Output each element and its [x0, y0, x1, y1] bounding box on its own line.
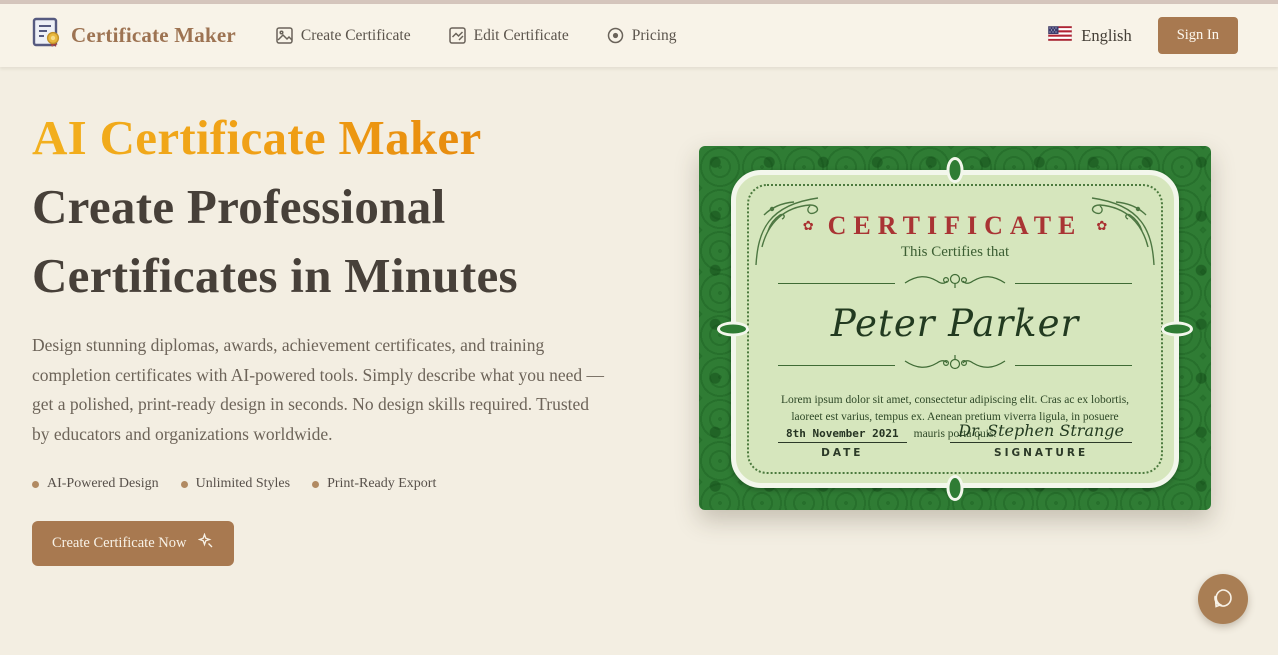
image-icon — [276, 27, 293, 44]
feature-item: Unlimited Styles — [181, 476, 291, 492]
signature-block: Dr. Stephen Strange SIGNATURE — [950, 421, 1132, 459]
flower-ornament-icon: ✿ — [803, 218, 814, 234]
title-line-3: Certificates in Minutes — [32, 241, 622, 310]
hero-section: AI Certificate Maker Create Professional… — [0, 67, 1278, 655]
signature-label: SIGNATURE — [950, 447, 1132, 459]
title-line-2: Create Professional — [32, 172, 622, 241]
flower-ornament-icon: ✿ — [1096, 218, 1107, 234]
date-block: 8th November 2021 DATE — [778, 427, 907, 459]
chat-bubble-icon — [1212, 587, 1234, 612]
nav-right: English Sign In — [1048, 17, 1238, 54]
nav-link-label: Pricing — [632, 27, 677, 45]
feature-label: Unlimited Styles — [196, 476, 291, 492]
recipient-name: Peter Parker — [736, 302, 1174, 345]
date-value: 8th November 2021 — [778, 427, 907, 443]
certificate-subtitle: This Certifies that — [736, 244, 1174, 261]
nav-link-label: Create Certificate — [301, 27, 411, 45]
feature-item: Print-Ready Export — [312, 476, 436, 492]
certificate-title: CERTIFICATE — [828, 211, 1083, 241]
certificate-title-row: ✿ CERTIFICATE ✿ — [736, 211, 1174, 241]
ornamental-divider — [778, 271, 1132, 296]
feature-item: AI-Powered Design — [32, 476, 159, 492]
certificate-preview-image: ✿ CERTIFICATE ✿ This Certifies that — [699, 146, 1211, 510]
bullet-dot-icon — [181, 481, 188, 488]
sparkles-icon — [198, 533, 214, 554]
cta-label: Create Certificate Now — [52, 535, 186, 552]
sign-in-button[interactable]: Sign In — [1158, 17, 1238, 54]
chat-fab-button[interactable] — [1198, 574, 1248, 624]
title-line-gradient: AI Certificate Maker — [32, 103, 622, 172]
hero-description: Design stunning diplomas, awards, achiev… — [32, 331, 607, 449]
ornamental-divider — [778, 353, 1132, 378]
swirl-ornament-icon — [903, 271, 1007, 296]
brand-title: Certificate Maker — [71, 23, 236, 48]
date-label: DATE — [778, 447, 907, 459]
hero-copy: AI Certificate Maker Create Professional… — [32, 103, 622, 566]
target-icon — [607, 27, 624, 44]
page-title: AI Certificate Maker Create Professional… — [32, 103, 622, 310]
brand-logo[interactable]: Certificate Maker — [32, 17, 236, 54]
certificate-content: ✿ CERTIFICATE ✿ This Certifies that — [736, 175, 1174, 483]
bullet-dot-icon — [32, 481, 39, 488]
edit-image-icon — [449, 27, 466, 44]
language-label: English — [1081, 26, 1131, 46]
nav-pricing[interactable]: Pricing — [607, 27, 677, 45]
feature-label: AI-Powered Design — [47, 476, 159, 492]
signature-value: Dr. Stephen Strange — [950, 421, 1132, 443]
swirl-ornament-icon — [903, 353, 1007, 378]
nav-link-label: Edit Certificate — [474, 27, 569, 45]
feature-list: AI-Powered Design Unlimited Styles Print… — [32, 476, 622, 492]
navbar: Certificate Maker Create Certificate — [0, 4, 1278, 67]
language-selector[interactable]: English — [1048, 26, 1131, 46]
certificate-panel: ✿ CERTIFICATE ✿ This Certifies that — [731, 170, 1179, 488]
nav-links: Create Certificate Edit Certificate Pric… — [276, 27, 677, 45]
nav-edit-certificate[interactable]: Edit Certificate — [449, 27, 569, 45]
certificate-footer: 8th November 2021 DATE Dr. Stephen Stran… — [778, 421, 1132, 459]
nav-create-certificate[interactable]: Create Certificate — [276, 27, 411, 45]
bullet-dot-icon — [312, 481, 319, 488]
create-certificate-now-button[interactable]: Create Certificate Now — [32, 521, 234, 566]
us-flag-icon — [1048, 26, 1072, 46]
feature-label: Print-Ready Export — [327, 476, 436, 492]
certificate-logo-icon — [32, 17, 61, 54]
